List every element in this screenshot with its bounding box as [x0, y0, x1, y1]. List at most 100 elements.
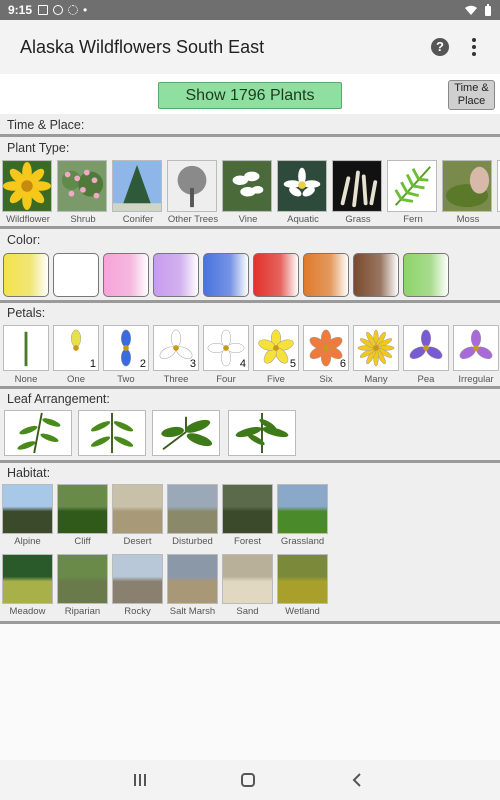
- habitat-caption: Rocky: [124, 606, 151, 617]
- habitat-forest[interactable]: [222, 484, 273, 534]
- app-bar: Alaska Wildflowers South East ?: [0, 20, 500, 74]
- whorled-leaves-icon: [235, 412, 289, 454]
- plant-type-aquatic[interactable]: [277, 160, 327, 212]
- alternate-leaves-icon: [17, 412, 61, 454]
- show-plants-button[interactable]: Show 1796 Plants: [158, 82, 342, 109]
- grass-icon: [333, 161, 381, 211]
- plant-type-other-trees[interactable]: [167, 160, 217, 212]
- sync-icon: [53, 5, 64, 15]
- habitat-wetland[interactable]: [277, 554, 328, 604]
- plant-type-conifer[interactable]: [112, 160, 162, 212]
- compound-leaves-icon: [161, 416, 213, 451]
- moss-icon: [443, 161, 491, 211]
- habitat-riparian[interactable]: [57, 554, 108, 604]
- app-title: Alaska Wildflowers South East: [20, 36, 265, 57]
- opposite-leaves-icon: [90, 412, 134, 454]
- fan-icon: [68, 5, 79, 15]
- habitat-rocky[interactable]: [112, 554, 163, 604]
- plant-type-caption: Wildflower: [6, 214, 50, 225]
- petal-option-irregular[interactable]: [453, 325, 499, 371]
- conifer-icon: [113, 161, 161, 211]
- status-bar: 9:15 •: [0, 0, 500, 20]
- plant-type-caption: Vine: [238, 214, 258, 225]
- petal-caption: Irregular: [458, 374, 494, 385]
- color-swatch[interactable]: [253, 253, 299, 297]
- habitat-caption: Alpine: [14, 536, 41, 547]
- habitat-disturbed[interactable]: [167, 484, 218, 534]
- habitat-sand[interactable]: [222, 554, 273, 604]
- color-swatch[interactable]: [103, 253, 149, 297]
- status-time: 9:15: [8, 3, 33, 17]
- plant-type-caption: Conifer: [122, 214, 154, 225]
- recent-apps-icon[interactable]: [131, 772, 149, 788]
- color-swatch[interactable]: [403, 253, 449, 297]
- petal-option-three[interactable]: 3: [153, 325, 199, 371]
- petal-count: 6: [339, 358, 346, 370]
- petal-icon: [24, 331, 28, 367]
- time-place-line2: Place: [457, 95, 486, 107]
- petal-option-pea[interactable]: [403, 325, 449, 371]
- petal-icon: [357, 329, 395, 367]
- time-place-button[interactable]: Time & Place: [448, 80, 495, 110]
- vine-icon: [223, 161, 271, 211]
- habitat-salt-marsh[interactable]: [167, 554, 218, 604]
- plant-type-vine[interactable]: [222, 160, 272, 212]
- color-swatch[interactable]: [203, 253, 249, 297]
- help-icon[interactable]: ?: [431, 38, 449, 56]
- plant-type-moss[interactable]: [442, 160, 492, 212]
- petal-option-six[interactable]: 6: [303, 325, 349, 371]
- color-label: Color:: [7, 233, 41, 247]
- petal-count: 3: [189, 358, 196, 370]
- color-swatch[interactable]: [53, 253, 99, 297]
- petal-option-two[interactable]: 2: [103, 325, 149, 371]
- petal-count: 5: [289, 358, 296, 370]
- habitat-cliff[interactable]: [57, 484, 108, 534]
- habitat-grassland[interactable]: [277, 484, 328, 534]
- tree-icon: [168, 161, 216, 211]
- color-swatch[interactable]: [303, 253, 349, 297]
- petal-caption: Five: [267, 374, 285, 385]
- overflow-menu-icon[interactable]: [468, 38, 480, 56]
- habitat-alpine[interactable]: [2, 484, 53, 534]
- leaf-opposite[interactable]: [78, 410, 146, 456]
- plant-type-caption: Grass: [345, 214, 371, 225]
- habitat-meadow[interactable]: [2, 554, 53, 604]
- petal-option-one[interactable]: 1: [53, 325, 99, 371]
- habitat-caption: Meadow: [9, 606, 46, 617]
- petal-option-four[interactable]: 4: [203, 325, 249, 371]
- divider: [0, 621, 500, 624]
- color-swatch[interactable]: [153, 253, 199, 297]
- navigation-bar: [0, 760, 500, 800]
- petals-label: Petals:: [7, 306, 46, 320]
- home-icon[interactable]: [239, 772, 257, 788]
- plant-type-fern[interactable]: [387, 160, 437, 212]
- petal-option-many[interactable]: [353, 325, 399, 371]
- petal-caption: One: [67, 374, 85, 385]
- petal-option-five[interactable]: 5: [253, 325, 299, 371]
- petal-caption: Three: [163, 374, 189, 385]
- plant-type-caption: Aquatic: [287, 214, 319, 225]
- leaf-compound[interactable]: [152, 410, 220, 456]
- color-swatch[interactable]: [3, 253, 49, 297]
- results-bar: Show 1796 Plants Time & Place: [0, 74, 500, 114]
- plant-type-grass[interactable]: [332, 160, 382, 212]
- petal-icon: [409, 329, 443, 359]
- time-place-line1: Time &: [454, 82, 489, 94]
- habitat-caption: Desert: [123, 536, 152, 547]
- leaf-alternate[interactable]: [4, 410, 72, 456]
- habitat-caption: Riparian: [64, 606, 101, 617]
- petal-option-none[interactable]: [3, 325, 49, 371]
- color-swatch[interactable]: [353, 253, 399, 297]
- petal-caption: None: [14, 374, 38, 385]
- gallery-icon: [38, 5, 49, 15]
- plant-type-label: Plant Type:: [7, 141, 70, 155]
- habitat-caption: Cliff: [74, 536, 91, 547]
- plant-type-shrub[interactable]: [57, 160, 107, 212]
- plant-type-caption: Shrub: [70, 214, 96, 225]
- wildflower-icon: [3, 161, 51, 211]
- plant-type-wildflower[interactable]: [2, 160, 52, 212]
- back-icon[interactable]: [348, 772, 366, 788]
- petal-caption: Many: [364, 374, 388, 385]
- leaf-whorled[interactable]: [228, 410, 296, 456]
- habitat-desert[interactable]: [112, 484, 163, 534]
